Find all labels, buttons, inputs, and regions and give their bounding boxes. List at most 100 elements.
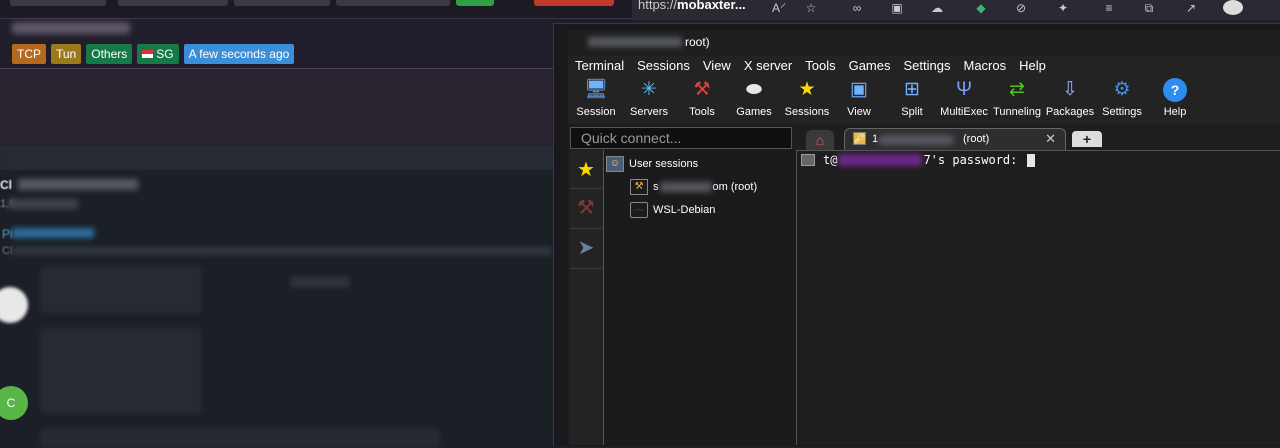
browser-toolbar: https://mobaxter... A⸍ ☆ ∞ ▣ ☁ ◆ ⊘ ✦ ≡ ⧉… — [632, 0, 1280, 20]
collections-icon[interactable]: ⧉ — [1142, 2, 1156, 15]
session-button[interactable]: 🖥︎ Session — [568, 78, 624, 118]
top-red-button[interactable] — [534, 0, 614, 6]
prompt-text: 7's password: — [923, 153, 1025, 167]
settings-button[interactable]: ⚙ Settings — [1094, 78, 1150, 118]
favorite-add-icon[interactable]: ☆ — [804, 2, 818, 15]
tools-button[interactable]: ⚒ Tools — [674, 78, 730, 118]
session-tab[interactable]: 🔑︎ 1 (root) ✕ — [844, 128, 1066, 150]
tree-label-suffix: om (root) — [712, 181, 758, 193]
blurred-hostname — [12, 22, 130, 34]
top-button[interactable] — [118, 0, 228, 6]
menu-macros[interactable]: Macros — [956, 56, 1012, 76]
blurred-pinned-text — [12, 247, 552, 255]
terminal-line-icon — [801, 154, 815, 166]
url-scheme: https:// — [638, 0, 678, 12]
blocked-icon[interactable]: ⊘ — [1014, 2, 1028, 15]
help-button[interactable]: ? Help — [1147, 78, 1203, 118]
profile-avatar[interactable] — [1223, 0, 1243, 15]
toolbar: 🖥︎ Session ✳ Servers ⚒ Tools ⬬ Games ★ Sessio… — [568, 76, 1280, 124]
shield-icon[interactable]: ◆ — [974, 2, 988, 15]
tunneling-icon: ⇄ — [1009, 79, 1025, 100]
close-icon[interactable]: ✕ — [1045, 131, 1056, 147]
packages-button[interactable]: ⇩ Packages — [1042, 78, 1098, 118]
key-icon: ⚒ — [630, 179, 648, 195]
session-label: Session — [576, 106, 616, 118]
star-icon[interactable]: ★ — [574, 158, 598, 182]
blurred-pinned-title — [12, 228, 94, 238]
settings-icon: ⚙ — [1113, 79, 1131, 100]
blurred-host — [838, 154, 923, 166]
quick-connect-input[interactable]: Quick connect... — [570, 127, 792, 149]
tools-icon[interactable]: ⚒ — [574, 196, 598, 220]
cloud-icon[interactable]: ☁ — [930, 2, 944, 15]
prompt-user: t@ — [823, 153, 838, 167]
user-icon: ☺ — [606, 156, 624, 172]
servers-label: Servers — [630, 106, 668, 118]
date-chip — [290, 276, 350, 288]
view-label: View — [847, 106, 871, 118]
menu-help[interactable]: Help — [1012, 56, 1052, 76]
share-icon[interactable]: ↗ — [1184, 2, 1198, 15]
top-button[interactable] — [10, 0, 106, 6]
mobaxterm-window: root) Terminal Sessions View X server To… — [568, 30, 1280, 445]
tab-bar: ⌂ 🔑︎ 1 (root) ✕ + — [796, 126, 1280, 151]
menu-sessions[interactable]: Sessions — [630, 56, 696, 76]
menu-tools[interactable]: Tools — [798, 56, 841, 76]
games-button[interactable]: ⬬ Games — [726, 78, 782, 118]
sidebar-divider — [570, 228, 603, 229]
view-icon: ▣ — [850, 79, 868, 100]
menu-settings[interactable]: Settings — [897, 56, 957, 76]
send-icon[interactable]: ➤ — [574, 236, 598, 260]
games-icon: ⬬ — [745, 79, 763, 100]
sessions-tree: ☺ User sessions ⚒ s om (root) ෴ WSL-Debi… — [604, 150, 797, 445]
menu-games[interactable]: Games — [842, 56, 897, 76]
multiexec-label: MultiExec — [940, 106, 988, 118]
tree-session-wsl[interactable]: ෴ WSL-Debian — [630, 202, 715, 218]
page-empty-area — [0, 69, 560, 145]
tools-icon: ⚒ — [693, 79, 711, 100]
tree-user-sessions[interactable]: ☺ User sessions — [606, 156, 698, 172]
sessions-button[interactable]: ★ Sessions — [779, 78, 835, 118]
message-bubble — [40, 328, 202, 414]
help-icon: ? — [1163, 78, 1187, 102]
blurred-chat-title — [18, 179, 138, 190]
terminal[interactable]: t@ 7's password: — [797, 151, 1280, 445]
home-icon: ⌂ — [815, 132, 825, 148]
menu-view[interactable]: View — [696, 56, 737, 76]
settings-label: Settings — [1102, 106, 1142, 118]
multiexec-icon: Ψ — [956, 79, 972, 100]
split-button[interactable]: ⊞ Split — [884, 78, 940, 118]
servers-icon: ✳ — [641, 79, 657, 100]
message-bubble — [40, 266, 202, 314]
home-tab[interactable]: ⌂ — [806, 130, 834, 150]
menu-terminal[interactable]: Terminal — [568, 56, 630, 76]
blurred-host — [659, 182, 712, 192]
top-button[interactable] — [336, 0, 450, 6]
packages-icon: ⇩ — [1062, 79, 1078, 100]
chat-title: Cl — [0, 178, 12, 192]
menu-x-server[interactable]: X server — [737, 56, 798, 76]
puzzle-icon[interactable]: ✦ — [1056, 2, 1070, 15]
split-label: Split — [901, 106, 923, 118]
address-bar[interactable]: https://mobaxter... — [638, 0, 746, 12]
tag-others: Others — [86, 44, 133, 64]
extension-glasses-icon[interactable]: ∞ — [850, 2, 864, 15]
tab-label-prefix: 1 — [872, 133, 879, 145]
sidebar-divider — [570, 268, 603, 269]
top-button[interactable] — [234, 0, 330, 6]
view-button[interactable]: ▣ View — [831, 78, 887, 118]
extension-icon[interactable]: ▣ — [890, 2, 904, 15]
url-host: mobaxter... — [677, 0, 746, 12]
tab-label-suffix: (root) — [963, 133, 990, 145]
tree-session-ssh[interactable]: ⚒ s om (root) — [630, 179, 757, 195]
new-tab-button[interactable]: + — [1072, 131, 1102, 147]
tools-label: Tools — [689, 106, 715, 118]
read-aloud-icon[interactable]: A⸍ — [772, 2, 786, 15]
tunneling-button[interactable]: ⇄ Tunneling — [989, 78, 1045, 118]
favorites-icon[interactable]: ≡ — [1102, 2, 1116, 15]
multiexec-button[interactable]: Ψ MultiExec — [936, 78, 992, 118]
terminal-line: t@ 7's password: — [801, 153, 1035, 167]
tag-tun: Tun — [51, 44, 82, 64]
top-green-button[interactable] — [456, 0, 494, 6]
servers-button[interactable]: ✳ Servers — [621, 78, 677, 118]
